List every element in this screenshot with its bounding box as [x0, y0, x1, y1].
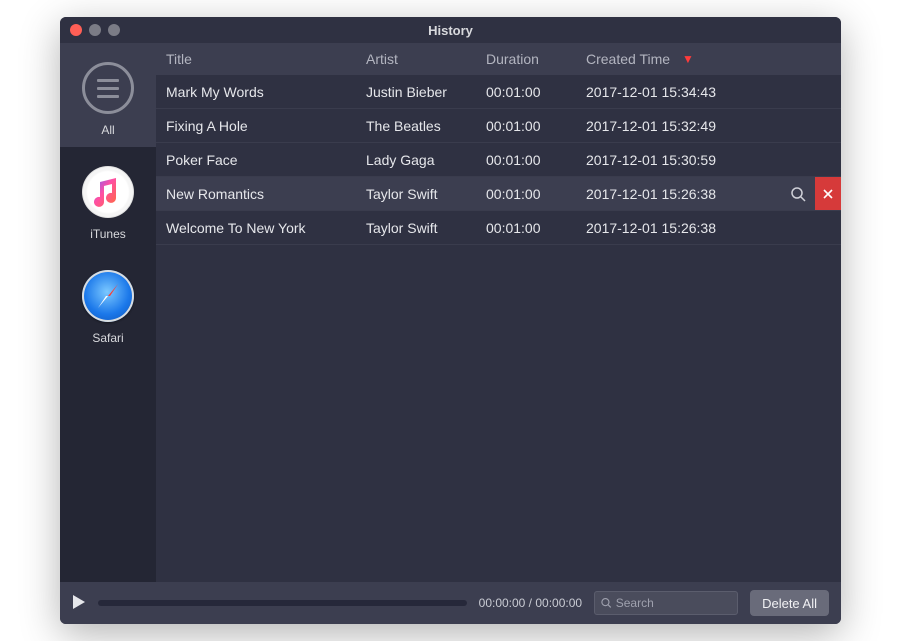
column-header-created-label: Created Time	[586, 51, 670, 67]
sidebar-item-label: All	[101, 123, 114, 137]
cell-duration: 00:01:00	[486, 220, 586, 236]
cell-artist: The Beatles	[366, 118, 486, 134]
cell-artist: Taylor Swift	[366, 186, 486, 202]
table-row[interactable]: Poker FaceLady Gaga00:01:002017-12-01 15…	[156, 143, 841, 177]
search-icon	[601, 597, 612, 609]
history-window: History All	[60, 17, 841, 624]
table-header: Title Artist Duration Created Time ▼	[156, 43, 841, 75]
cell-title: Poker Face	[166, 152, 366, 168]
sort-descending-icon: ▼	[682, 52, 694, 66]
sidebar-item-label: iTunes	[90, 227, 126, 241]
cell-created: 2017-12-01 15:34:43	[586, 84, 776, 100]
progress-bar[interactable]	[98, 600, 467, 606]
table-body: Mark My WordsJustin Bieber00:01:002017-1…	[156, 75, 841, 582]
cell-artist: Justin Bieber	[366, 84, 486, 100]
cell-duration: 00:01:00	[486, 84, 586, 100]
time-display: 00:00:00 / 00:00:00	[479, 596, 582, 610]
table-row[interactable]: Fixing A HoleThe Beatles00:01:002017-12-…	[156, 109, 841, 143]
delete-all-button[interactable]: Delete All	[750, 590, 829, 616]
close-icon	[823, 189, 833, 199]
search-input[interactable]	[594, 591, 738, 615]
search-field[interactable]	[616, 596, 731, 610]
table-row[interactable]: New RomanticsTaylor Swift00:01:002017-12…	[156, 177, 841, 211]
close-window-button[interactable]	[70, 24, 82, 36]
cell-duration: 00:01:00	[486, 118, 586, 134]
cell-created: 2017-12-01 15:30:59	[586, 152, 776, 168]
cell-artist: Taylor Swift	[366, 220, 486, 236]
cell-artist: Lady Gaga	[366, 152, 486, 168]
titlebar: History	[60, 17, 841, 43]
window-controls	[70, 24, 120, 36]
safari-icon	[82, 270, 134, 322]
window-title: History	[60, 23, 841, 38]
table-row[interactable]: Welcome To New YorkTaylor Swift00:01:002…	[156, 211, 841, 245]
row-actions	[781, 177, 841, 210]
cell-duration: 00:01:00	[486, 152, 586, 168]
cell-title: Mark My Words	[166, 84, 366, 100]
main-panel: Title Artist Duration Created Time ▼ Mar…	[156, 43, 841, 582]
sidebar-item-itunes[interactable]: iTunes	[60, 147, 156, 251]
cell-title: Welcome To New York	[166, 220, 366, 236]
row-search-button[interactable]	[781, 177, 815, 210]
sidebar-item-label: Safari	[92, 331, 123, 345]
minimize-window-button[interactable]	[89, 24, 101, 36]
column-header-duration[interactable]: Duration	[486, 51, 586, 67]
cell-created: 2017-12-01 15:26:38	[586, 220, 776, 236]
itunes-icon	[82, 166, 134, 218]
column-header-artist[interactable]: Artist	[366, 51, 486, 67]
sidebar-item-safari[interactable]: Safari	[60, 251, 156, 355]
row-delete-button[interactable]	[815, 177, 841, 210]
search-icon	[790, 186, 806, 202]
column-header-title[interactable]: Title	[166, 51, 366, 67]
footer: 00:00:00 / 00:00:00 Delete All	[60, 582, 841, 624]
sidebar: All	[60, 43, 156, 582]
cell-title: Fixing A Hole	[166, 118, 366, 134]
content-body: All	[60, 43, 841, 582]
cell-duration: 00:01:00	[486, 186, 586, 202]
cell-created: 2017-12-01 15:26:38	[586, 186, 776, 202]
hamburger-icon	[82, 62, 134, 114]
cell-created: 2017-12-01 15:32:49	[586, 118, 776, 134]
sidebar-item-all[interactable]: All	[60, 43, 156, 147]
table-row[interactable]: Mark My WordsJustin Bieber00:01:002017-1…	[156, 75, 841, 109]
cell-title: New Romantics	[166, 186, 366, 202]
zoom-window-button[interactable]	[108, 24, 120, 36]
column-header-created[interactable]: Created Time ▼	[586, 51, 776, 67]
play-button[interactable]	[72, 593, 86, 614]
